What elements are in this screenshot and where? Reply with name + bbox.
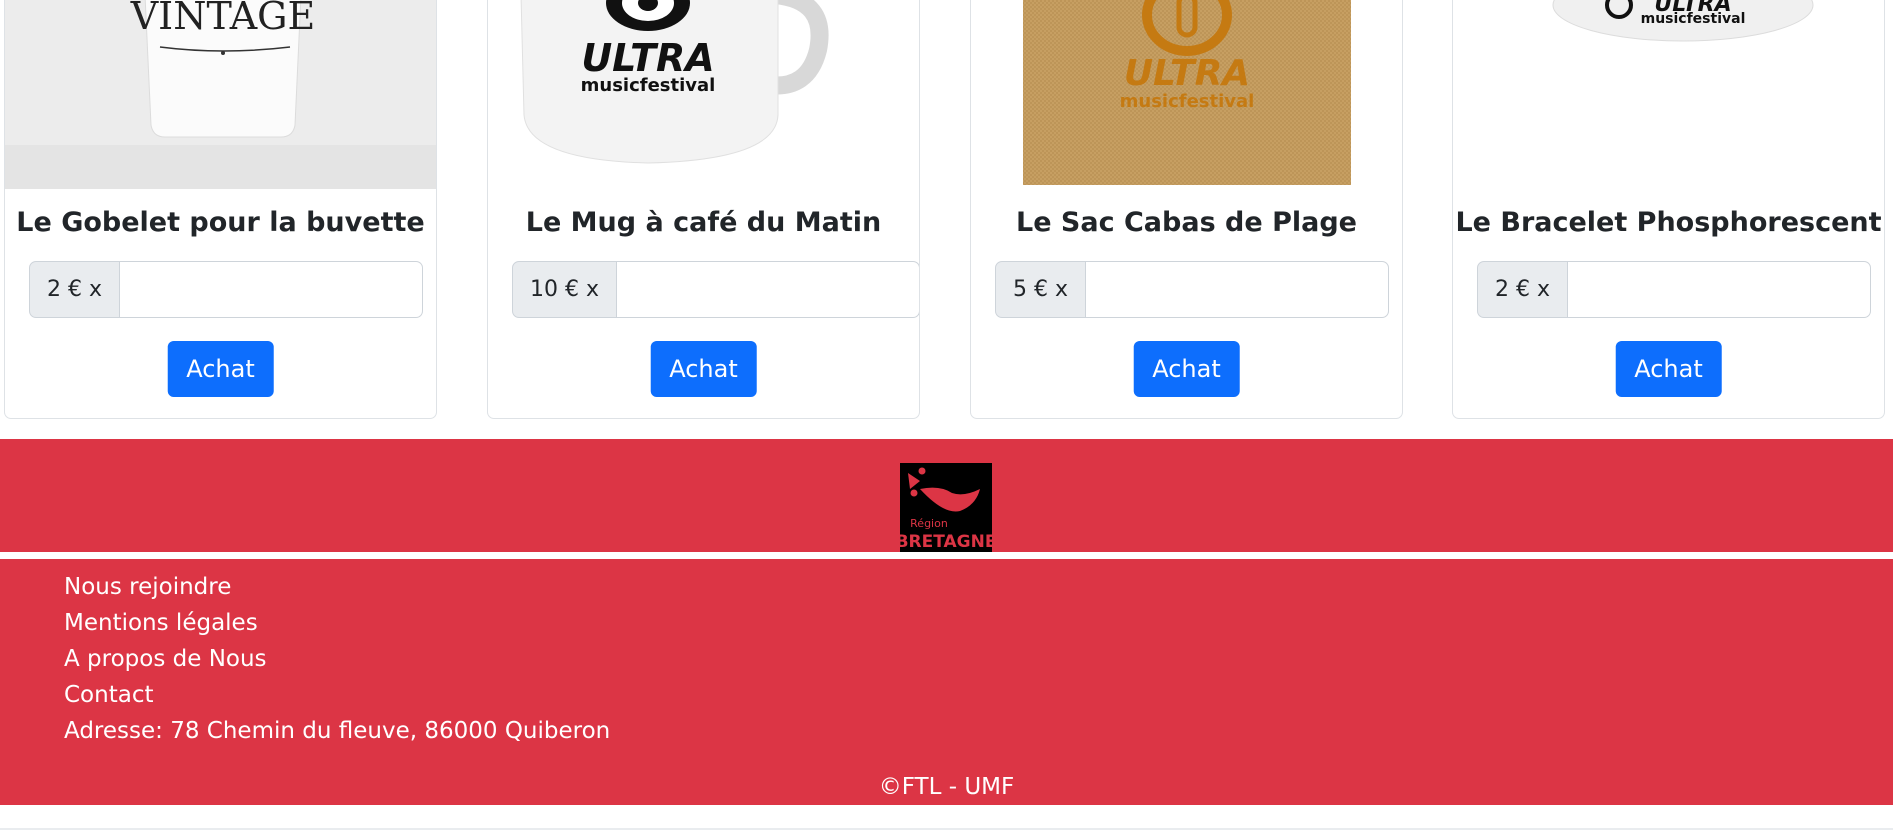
price-prefix: 5 € x: [995, 261, 1086, 318]
ultra-logo-text: ULTRA: [1124, 53, 1250, 94]
logo-text-small: Région: [910, 517, 948, 530]
quantity-group: 10 € x: [512, 261, 919, 318]
footer-link-about[interactable]: A propos de Nous: [64, 646, 267, 672]
product-title: Le Bracelet Phosphorescent: [1455, 207, 1882, 238]
product-image-gobelet: VINTAGE: [5, 0, 436, 189]
footer-link-join[interactable]: Nous rejoindre: [64, 574, 231, 600]
footer: Nous rejoindre Mentions légales A propos…: [0, 559, 1893, 805]
product-card-gobelet: VINTAGE Le Gobelet pour la buvette 2 € x…: [4, 0, 437, 419]
ultra-logo-text: ULTRA: [581, 36, 714, 80]
copyright: ©FTL - UMF: [878, 774, 1015, 800]
footer-address: Adresse: 78 Chemin du fleuve, 86000 Quib…: [64, 718, 611, 744]
footer-link-item: Contact: [64, 677, 610, 713]
footer-logo-band: Région BRETAGNE: [0, 439, 1893, 552]
buy-button[interactable]: Achat: [1133, 341, 1240, 397]
footer-link-item: Mentions légales: [64, 605, 610, 641]
product-card-mug: ULTRA musicfestival Le Mug à café du Mat…: [487, 0, 920, 419]
footer-link-item: A propos de Nous: [64, 641, 610, 677]
product-card-sac: ULTRA musicfestival Le Sac Cabas de Plag…: [970, 0, 1403, 419]
product-title: Le Gobelet pour la buvette: [16, 207, 425, 238]
product-card-bracelet: ULTRA musicfestival Le Bracelet Phosphor…: [1452, 0, 1885, 419]
ultra-logo-subtext: musicfestival: [581, 75, 716, 96]
quantity-group: 2 € x: [29, 261, 423, 318]
products-grid: VINTAGE Le Gobelet pour la buvette 2 € x…: [0, 0, 1893, 439]
product-image-bracelet: ULTRA musicfestival: [1453, 0, 1884, 189]
quantity-input[interactable]: [1086, 261, 1389, 318]
quantity-group: 5 € x: [995, 261, 1389, 318]
price-prefix: 2 € x: [29, 261, 120, 318]
quantity-input[interactable]: [617, 261, 919, 318]
footer-link-legal[interactable]: Mentions légales: [64, 610, 258, 636]
quantity-group: 2 € x: [1477, 261, 1871, 318]
footer-link-contact[interactable]: Contact: [64, 682, 153, 708]
price-prefix: 2 € x: [1477, 261, 1568, 318]
ultra-logo-subtext: musicfestival: [1641, 11, 1746, 27]
footer-links: Nous rejoindre Mentions légales A propos…: [64, 569, 610, 749]
logo-text-big: BRETAGNE: [900, 532, 992, 552]
buy-button[interactable]: Achat: [1615, 341, 1722, 397]
ultra-logo-subtext: musicfestival: [1120, 91, 1255, 112]
footer-link-item: Nous rejoindre: [64, 569, 610, 605]
buy-button[interactable]: Achat: [650, 341, 757, 397]
product-title: Le Sac Cabas de Plage: [1016, 207, 1357, 238]
buy-button[interactable]: Achat: [167, 341, 274, 397]
product-image-mug: ULTRA musicfestival: [488, 0, 919, 189]
product-title: Le Mug à café du Matin: [525, 207, 882, 238]
quantity-input[interactable]: [1568, 261, 1871, 318]
product-image-sac: ULTRA musicfestival: [971, 0, 1402, 189]
footer-divider: [0, 552, 1893, 559]
vintage-text: VINTAGE: [130, 0, 316, 38]
price-prefix: 10 € x: [512, 261, 617, 318]
region-bretagne-logo[interactable]: Région BRETAGNE: [896, 463, 996, 552]
quantity-input[interactable]: [120, 261, 423, 318]
